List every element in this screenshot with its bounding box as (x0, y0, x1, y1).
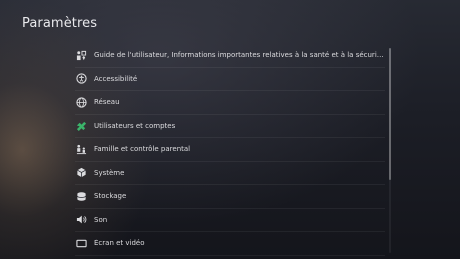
family-icon (75, 143, 87, 155)
menu-item-sound[interactable]: Son (75, 209, 385, 232)
accessibility-icon (75, 73, 87, 85)
menu-item-system[interactable]: Système (75, 162, 385, 185)
display-icon (75, 237, 87, 249)
menu-item-display-video[interactable]: Écran et vidéo (75, 232, 385, 256)
menu-item-user-guide[interactable]: Guide de l'utilisateur, Informations imp… (75, 44, 385, 68)
system-cube-icon (75, 167, 87, 179)
menu-item-label: Stockage (94, 192, 127, 201)
users-accounts-icon (75, 120, 87, 132)
menu-item-label: Écran et vidéo (94, 239, 145, 248)
scrollbar-thumb[interactable] (389, 48, 391, 180)
menu-item-label: Système (94, 168, 125, 177)
speaker-icon (75, 214, 87, 226)
menu-item-label: Guide de l'utilisateur, Informations imp… (94, 51, 384, 60)
storage-icon (75, 190, 87, 202)
menu-item-label: Son (94, 215, 108, 224)
globe-icon (75, 96, 87, 108)
menu-item-users-accounts[interactable]: Utilisateurs et comptes (75, 115, 385, 138)
menu-item-label: Accessibilité (94, 74, 138, 83)
page-title: Paramètres (22, 16, 98, 31)
menu-item-label: Famille et contrôle parental (94, 145, 191, 154)
menu-item-accessibility[interactable]: Accessibilité (75, 68, 385, 91)
menu-item-family[interactable]: Famille et contrôle parental (75, 138, 385, 162)
menu-item-label: Utilisateurs et comptes (94, 121, 176, 130)
user-guide-icon (75, 49, 87, 61)
settings-screen: Paramètres Guide de l'utilisateur, Infor… (0, 0, 460, 259)
settings-menu: Guide de l'utilisateur, Informations imp… (75, 44, 385, 256)
menu-item-network[interactable]: Réseau (75, 91, 385, 115)
menu-item-label: Réseau (94, 98, 120, 107)
menu-item-storage[interactable]: Stockage (75, 185, 385, 209)
